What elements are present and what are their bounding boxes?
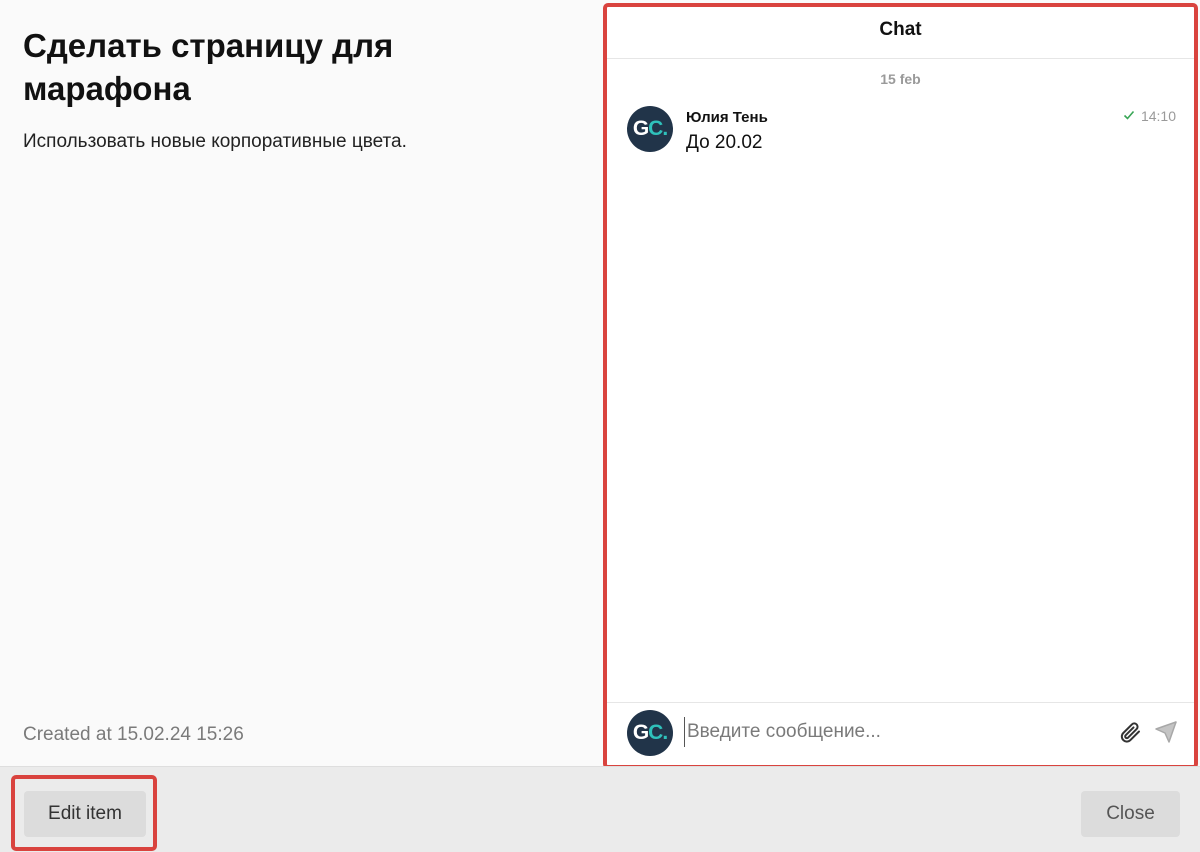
- message-author: Юлия Тень: [686, 109, 768, 126]
- attach-button[interactable]: [1116, 720, 1144, 748]
- task-title: Сделать страницу для марафона: [23, 27, 394, 107]
- message-input[interactable]: [684, 717, 1094, 747]
- message-text: До 20.02: [686, 132, 763, 153]
- date-divider: 15 feb: [880, 71, 921, 87]
- task-description: Использовать новые корпоративные цвета.: [23, 131, 407, 152]
- dialog-footer: Edit item Close: [0, 766, 1200, 852]
- avatar: GC.: [627, 710, 673, 756]
- send-icon: [1154, 720, 1178, 749]
- chat-panel: Chat 15 feb GC. Юлия Тень До 20.02 14:10…: [603, 3, 1198, 769]
- created-at-label: Created at 15.02.24 15:26: [23, 724, 244, 745]
- send-button[interactable]: [1152, 720, 1180, 748]
- avatar: GC.: [627, 106, 673, 152]
- message-composer: GC.: [607, 702, 1194, 765]
- chat-header: Chat: [607, 7, 1194, 59]
- chat-message: GC. Юлия Тень До 20.02 14:10: [627, 106, 1176, 156]
- edit-item-button[interactable]: Edit item: [24, 791, 146, 837]
- message-time: 14:10: [1140, 108, 1176, 124]
- check-icon: [1123, 108, 1135, 124]
- close-button[interactable]: Close: [1081, 791, 1180, 837]
- paperclip-icon: [1118, 720, 1142, 749]
- message-meta: 14:10: [1123, 108, 1176, 124]
- task-details-panel: Сделать страницу для марафона Использова…: [0, 0, 603, 766]
